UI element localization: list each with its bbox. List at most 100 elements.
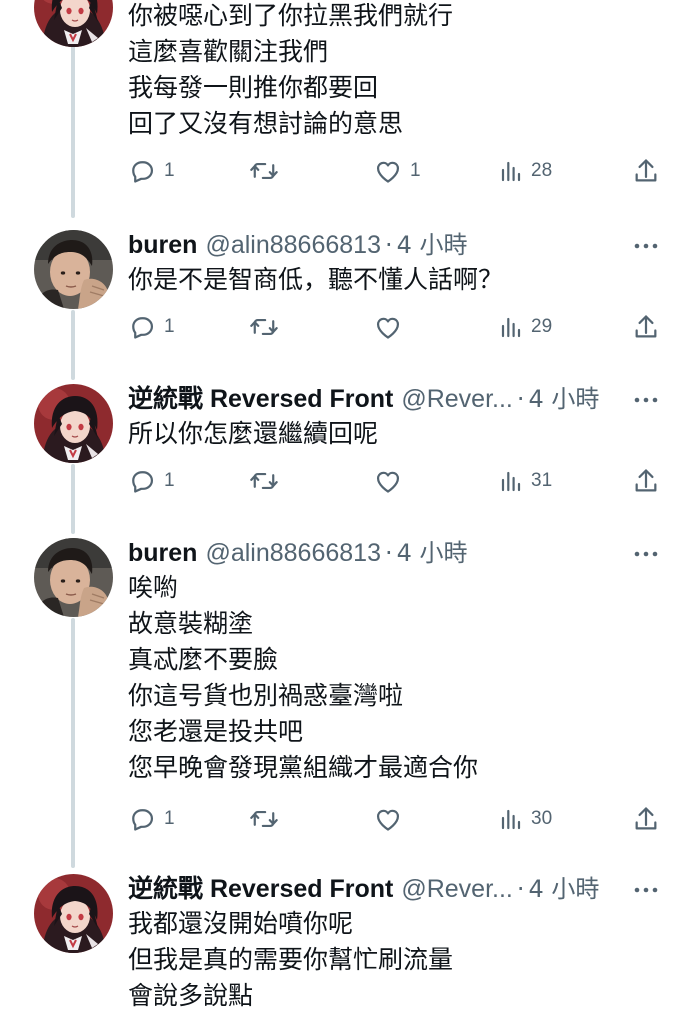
tweet-header: buren @alin88666813 · 4 小時	[128, 536, 468, 570]
display-name[interactable]: 逆統戰 Reversed Front	[128, 382, 393, 416]
tweet-text-line: 真忒麼不要臉	[128, 645, 279, 674]
display-name[interactable]: buren	[128, 228, 197, 262]
share-button[interactable]	[633, 312, 659, 342]
reply-button[interactable]: 1	[128, 804, 175, 834]
share-icon	[633, 157, 659, 185]
tweet-text: 唉喲故意裝糊塗真忒麼不要臉你這号貨也別禍惑臺灣啦 您老還是投共吧您早晚會發現黨組織…	[128, 570, 668, 786]
reversed-front-anime-avatar[interactable]	[34, 384, 113, 463]
timestamp[interactable]: 4 小時	[397, 536, 468, 570]
like-button[interactable]	[374, 804, 410, 834]
reply-icon	[128, 313, 156, 341]
retweet-button[interactable]	[249, 156, 287, 186]
reversed-front-anime-avatar[interactable]	[34, 874, 113, 953]
display-name[interactable]: 逆統戰 Reversed Front	[128, 872, 393, 906]
timestamp[interactable]: 4 小時	[529, 872, 600, 906]
more-options-icon[interactable]	[633, 236, 659, 256]
retweet-icon	[249, 467, 279, 495]
tweet-text-line: 所以你怎麼還繼續回呢	[128, 419, 379, 448]
tweet-text-line: 您老還是投共吧	[128, 717, 304, 746]
reversed-front-anime-avatar[interactable]	[34, 0, 113, 47]
tweet-text-line: 會說多說點	[128, 981, 254, 1010]
share-icon	[633, 467, 659, 495]
tweet-text-line: 這麼喜歡關注我們	[128, 37, 329, 66]
tweet-text-line: 你被噁心到了你拉黑我們就行	[128, 1, 454, 30]
reply-count: 1	[164, 316, 175, 337]
tweet-action-bar: 1 29	[0, 312, 695, 342]
timestamp[interactable]: 4 小時	[529, 382, 600, 416]
tweet-action-bar: 1 30	[0, 804, 695, 834]
tweet-text: 我都還沒開始噴你呢但我是真的需要你幫忙刷流量 會說多說點	[128, 906, 668, 1014]
tweet-action-bar: 1 31	[0, 466, 695, 496]
separator-dot: ·	[516, 385, 525, 413]
buren-photo-avatar[interactable]	[34, 230, 113, 309]
display-name[interactable]: buren	[128, 536, 197, 570]
retweet-icon	[249, 805, 279, 833]
heart-icon	[374, 806, 402, 832]
reply-button[interactable]: 1	[128, 156, 175, 186]
tweet-text-line: 你這号貨也別禍惑臺灣啦	[128, 681, 404, 710]
tweet-text: 所以你怎麼還繼續回呢	[128, 416, 668, 452]
user-handle[interactable]: @alin88666813	[205, 228, 381, 262]
like-button[interactable]	[374, 466, 410, 496]
analytics-bar-icon	[499, 807, 523, 831]
tweet-header: 逆統戰 Reversed Front @Rever... · 4 小時	[128, 382, 599, 416]
views-button[interactable]: 28	[499, 156, 552, 186]
buren-photo-avatar[interactable]	[34, 538, 113, 617]
tweet-text-line: 您早晚會發現黨組織才最適合你	[128, 753, 479, 782]
reply-button[interactable]: 1	[128, 312, 175, 342]
tweet-header: buren @alin88666813 · 4 小時	[128, 228, 468, 262]
like-button[interactable]	[374, 312, 410, 342]
views-count: 28	[531, 160, 553, 181]
like-button[interactable]: 1	[374, 156, 421, 186]
tweet-text-line: 回了又沒有想討論的意思	[128, 109, 404, 138]
views-count: 30	[531, 808, 553, 829]
separator-dot: ·	[516, 875, 525, 903]
share-icon	[633, 805, 659, 833]
tweet-header: 逆統戰 Reversed Front @Rever... · 4 小時	[128, 872, 599, 906]
reply-count: 1	[164, 808, 175, 829]
tweet-text-line: 我每發一則推你都要回	[128, 73, 379, 102]
thread-connector-line	[71, 38, 75, 218]
separator-dot: ·	[384, 539, 393, 567]
views-button[interactable]: 29	[499, 312, 552, 342]
timestamp[interactable]: 4 小時	[397, 228, 468, 262]
more-options-icon[interactable]	[633, 880, 659, 900]
reply-icon	[128, 157, 156, 185]
more-options-icon[interactable]	[633, 390, 659, 410]
retweet-button[interactable]	[249, 312, 287, 342]
heart-icon	[374, 158, 402, 184]
retweet-icon	[249, 157, 279, 185]
share-icon	[633, 313, 659, 341]
reply-icon	[128, 467, 156, 495]
retweet-button[interactable]	[249, 466, 287, 496]
views-count: 29	[531, 316, 553, 337]
separator-dot: ·	[384, 231, 393, 259]
views-count: 31	[531, 470, 553, 491]
reply-count: 1	[164, 470, 175, 491]
like-count: 1	[410, 160, 421, 181]
reply-count: 1	[164, 160, 175, 181]
tweet-action-bar: 1 1 28	[0, 156, 695, 186]
tweet-text-line: 我都還沒開始噴你呢	[128, 909, 354, 938]
share-button[interactable]	[633, 804, 659, 834]
retweet-icon	[249, 313, 279, 341]
reply-thread: 你被噁心到了你拉黑我們就行 這麼喜歡關注我們我每發一則推你都要回 回了又沒有想討論的…	[0, 0, 695, 1024]
analytics-bar-icon	[499, 469, 523, 493]
tweet-text-line: 但我是真的需要你幫忙刷流量	[128, 945, 454, 974]
heart-icon	[374, 314, 402, 340]
more-options-icon[interactable]	[633, 544, 659, 564]
share-button[interactable]	[633, 156, 659, 186]
analytics-bar-icon	[499, 159, 523, 183]
tweet-text: 你被噁心到了你拉黑我們就行 這麼喜歡關注我們我每發一則推你都要回 回了又沒有想討論的…	[128, 0, 668, 142]
retweet-button[interactable]	[249, 804, 287, 834]
share-button[interactable]	[633, 466, 659, 496]
user-handle[interactable]: @Rever...	[401, 382, 513, 416]
tweet-text-line: 唉喲	[128, 573, 179, 602]
views-button[interactable]: 30	[499, 804, 552, 834]
user-handle[interactable]: @Rever...	[401, 872, 513, 906]
reply-button[interactable]: 1	[128, 466, 175, 496]
analytics-bar-icon	[499, 315, 523, 339]
tweet-text-line: 故意裝糊塗	[128, 609, 254, 638]
user-handle[interactable]: @alin88666813	[205, 536, 381, 570]
views-button[interactable]: 31	[499, 466, 552, 496]
